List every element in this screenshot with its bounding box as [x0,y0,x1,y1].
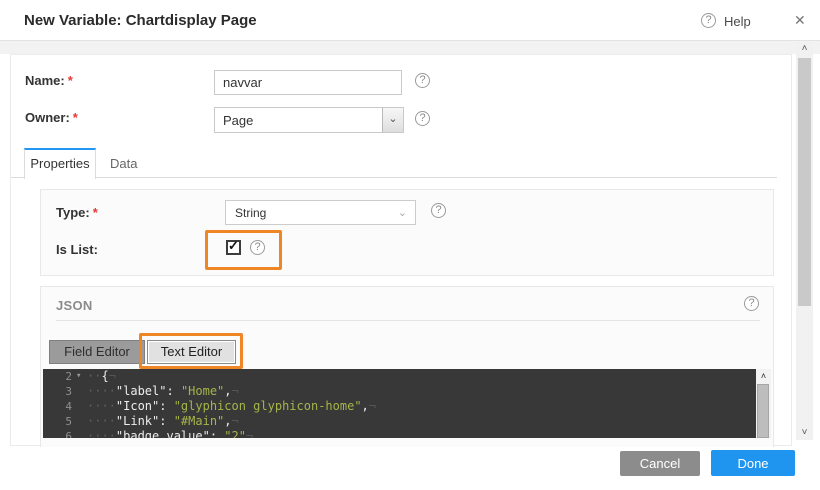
owner-select-value: Page [223,113,253,128]
code-segment-ws: ···· [87,399,116,413]
tab-data[interactable]: Data [110,156,137,171]
code-segment-eol: ¬ [109,369,116,383]
code-segment-code: , [224,384,231,398]
scroll-up-icon[interactable]: ˄ [796,42,813,56]
dialog-body: Name:* ? Owner:* Page ⌄ ? Properties Dat… [10,54,792,446]
code-segment-str: "glyphicon glyphicon-home" [174,399,362,413]
line-number: 3 [43,384,87,399]
code-segment-eol: ¬ [246,429,253,438]
text-editor-highlight-rectangle [139,333,243,369]
code-segment-ws: ···· [87,414,116,428]
code-segment-code: { [101,369,108,383]
scroll-down-icon[interactable]: ˅ [796,426,813,440]
code-segment-code: , [224,414,231,428]
code-segment-eol: ¬ [369,399,376,413]
required-marker: * [68,73,73,88]
owner-label: Owner:* [25,110,78,125]
code-line: 5····"Link": "#Main",¬ [43,414,771,429]
code-line: 2▾··{¬ [43,369,771,384]
type-select[interactable]: String ⌄ [225,200,416,225]
line-number: 4 [43,399,87,414]
type-help-icon[interactable]: ? [431,203,446,218]
code-segment-str: "Home" [181,384,224,398]
owner-select[interactable]: Page ⌄ [214,107,404,133]
line-number: 6 [43,429,87,438]
code-segment-ws: ···· [87,384,116,398]
json-section-title: JSON [56,298,93,313]
help-link[interactable]: Help [724,14,751,29]
required-marker: * [73,110,78,125]
field-editor-button[interactable]: Field Editor [49,340,145,364]
cancel-button[interactable]: Cancel [620,451,700,476]
code-segment-str: "2" [224,429,246,438]
owner-help-icon[interactable]: ? [415,111,430,126]
name-help-icon[interactable]: ? [415,73,430,88]
is-list-label: Is List: [56,242,98,257]
tab-properties[interactable]: Properties [24,148,96,179]
dialog-gap-band [0,41,820,54]
json-code-editor[interactable]: 2▾··{¬3····"label": "Home",¬4····"Icon":… [43,369,771,438]
code-lines: 2▾··{¬3····"label": "Home",¬4····"Icon":… [43,369,771,438]
name-input[interactable] [214,70,402,95]
code-segment-ws: ·· [87,369,101,383]
chevron-down-icon[interactable]: ⌄ [382,108,403,132]
properties-panel: Type:* String ⌄ ? Is List: ✓ ? [40,189,774,276]
editor-scrollbar-thumb[interactable] [757,384,769,438]
code-segment-code: "label": [116,384,181,398]
type-label: Type:* [56,205,98,220]
code-segment-str: "#Main" [174,414,225,428]
json-help-icon[interactable]: ? [744,296,759,311]
code-line: 3····"label": "Home",¬ [43,384,771,399]
code-segment-code: "badge_value": [116,429,224,438]
dialog-scrollbar[interactable]: ˄ ˅ [796,42,813,440]
json-panel: JSON ? Field Editor Text Editor 2▾··{¬3·… [40,286,774,447]
editor-scrollbar[interactable]: ˄ [756,369,771,438]
tab-bar: Properties Data [11,148,777,178]
is-list-highlight-rectangle [205,230,282,270]
required-marker: * [93,205,98,220]
code-segment-code: , [362,399,369,413]
code-segment-eol: ¬ [232,414,239,428]
divider [56,320,760,321]
done-button[interactable]: Done [711,450,795,476]
name-label: Name:* [25,73,73,88]
code-line: 4····"Icon": "glyphicon glyphicon-home",… [43,399,771,414]
page-title: New Variable: Chartdisplay Page [24,12,257,29]
dialog-titlebar: New Variable: Chartdisplay Page ? Help ✕ [0,0,820,41]
scrollbar-thumb[interactable] [798,58,811,306]
code-line: 6····"badge_value": "2"¬ [43,429,771,438]
type-select-value: String [235,206,266,220]
editor-scroll-up-icon[interactable]: ˄ [756,369,771,383]
code-segment-code: "Icon": [116,399,174,413]
help-icon[interactable]: ? [701,13,716,28]
fold-icon[interactable]: ▾ [76,369,81,384]
close-icon[interactable]: ✕ [794,12,806,29]
line-number: 5 [43,414,87,429]
code-segment-eol: ¬ [232,384,239,398]
code-segment-ws: ···· [87,429,116,438]
code-segment-code: "Link": [116,414,174,428]
chevron-down-icon: ⌄ [398,206,407,219]
